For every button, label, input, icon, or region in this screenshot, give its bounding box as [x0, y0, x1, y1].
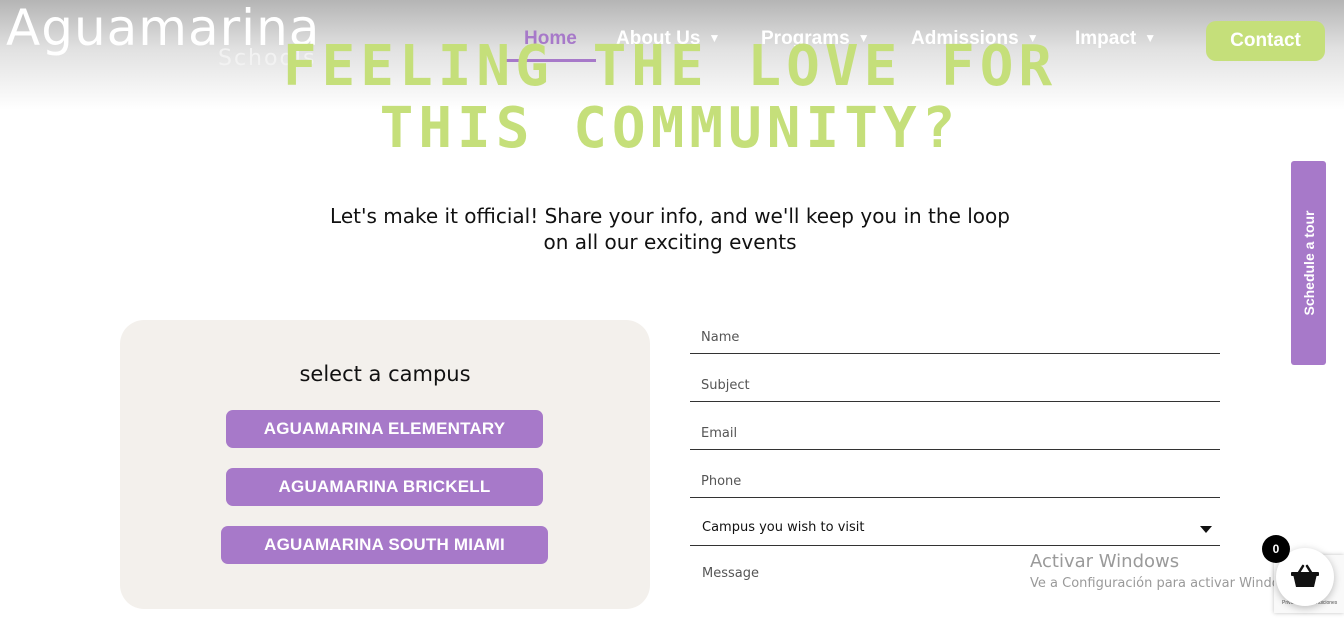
watermark-subtitle: Ve a Configuración para activar Windows. — [1030, 576, 1302, 591]
subject-field — [690, 354, 1220, 402]
windows-activation-watermark: Activar Windows Ve a Configuración para … — [1030, 551, 1301, 591]
phone-input[interactable] — [690, 450, 1220, 497]
phone-field — [690, 450, 1220, 498]
schedule-tour-label: Schedule a tour — [1300, 210, 1317, 316]
cart-count-badge: 0 — [1262, 535, 1290, 563]
campus-button-elementary[interactable]: AGUAMARINA ELEMENTARY — [226, 410, 543, 448]
hero-title: FEELING THE LOVE FOR THIS COMMUNITY? — [0, 36, 1340, 160]
hero-subtitle: Let's make it official! Share your info,… — [270, 203, 1070, 255]
email-input[interactable] — [690, 402, 1220, 449]
subject-input[interactable] — [690, 354, 1220, 401]
campus-button-brickell[interactable]: AGUAMARINA BRICKELL — [226, 468, 543, 506]
name-field — [690, 306, 1220, 354]
name-input[interactable] — [690, 306, 1220, 353]
hero-title-line: FEELING THE LOVE FOR — [282, 34, 1058, 99]
watermark-title: Activar Windows — [1030, 551, 1180, 572]
subtitle-line: Let's make it official! Share your info,… — [330, 204, 1010, 228]
campus-select[interactable]: Campus you wish to visit — [690, 498, 1220, 546]
message-input[interactable]: Message — [702, 566, 759, 581]
panel-title: select a campus — [299, 362, 471, 386]
hero-title-line: THIS COMMUNITY? — [379, 96, 961, 161]
caret-down-icon — [1200, 526, 1212, 533]
subtitle-line: on all our exciting events — [543, 230, 797, 254]
schedule-tour-tab[interactable]: Schedule a tour — [1291, 161, 1326, 365]
campus-panel: select a campus AGUAMARINA ELEMENTARY AG… — [120, 320, 650, 609]
campus-select-value: Campus you wish to visit — [702, 520, 865, 535]
email-field — [690, 402, 1220, 450]
campus-button-south-miami[interactable]: AGUAMARINA SOUTH MIAMI — [221, 526, 548, 564]
